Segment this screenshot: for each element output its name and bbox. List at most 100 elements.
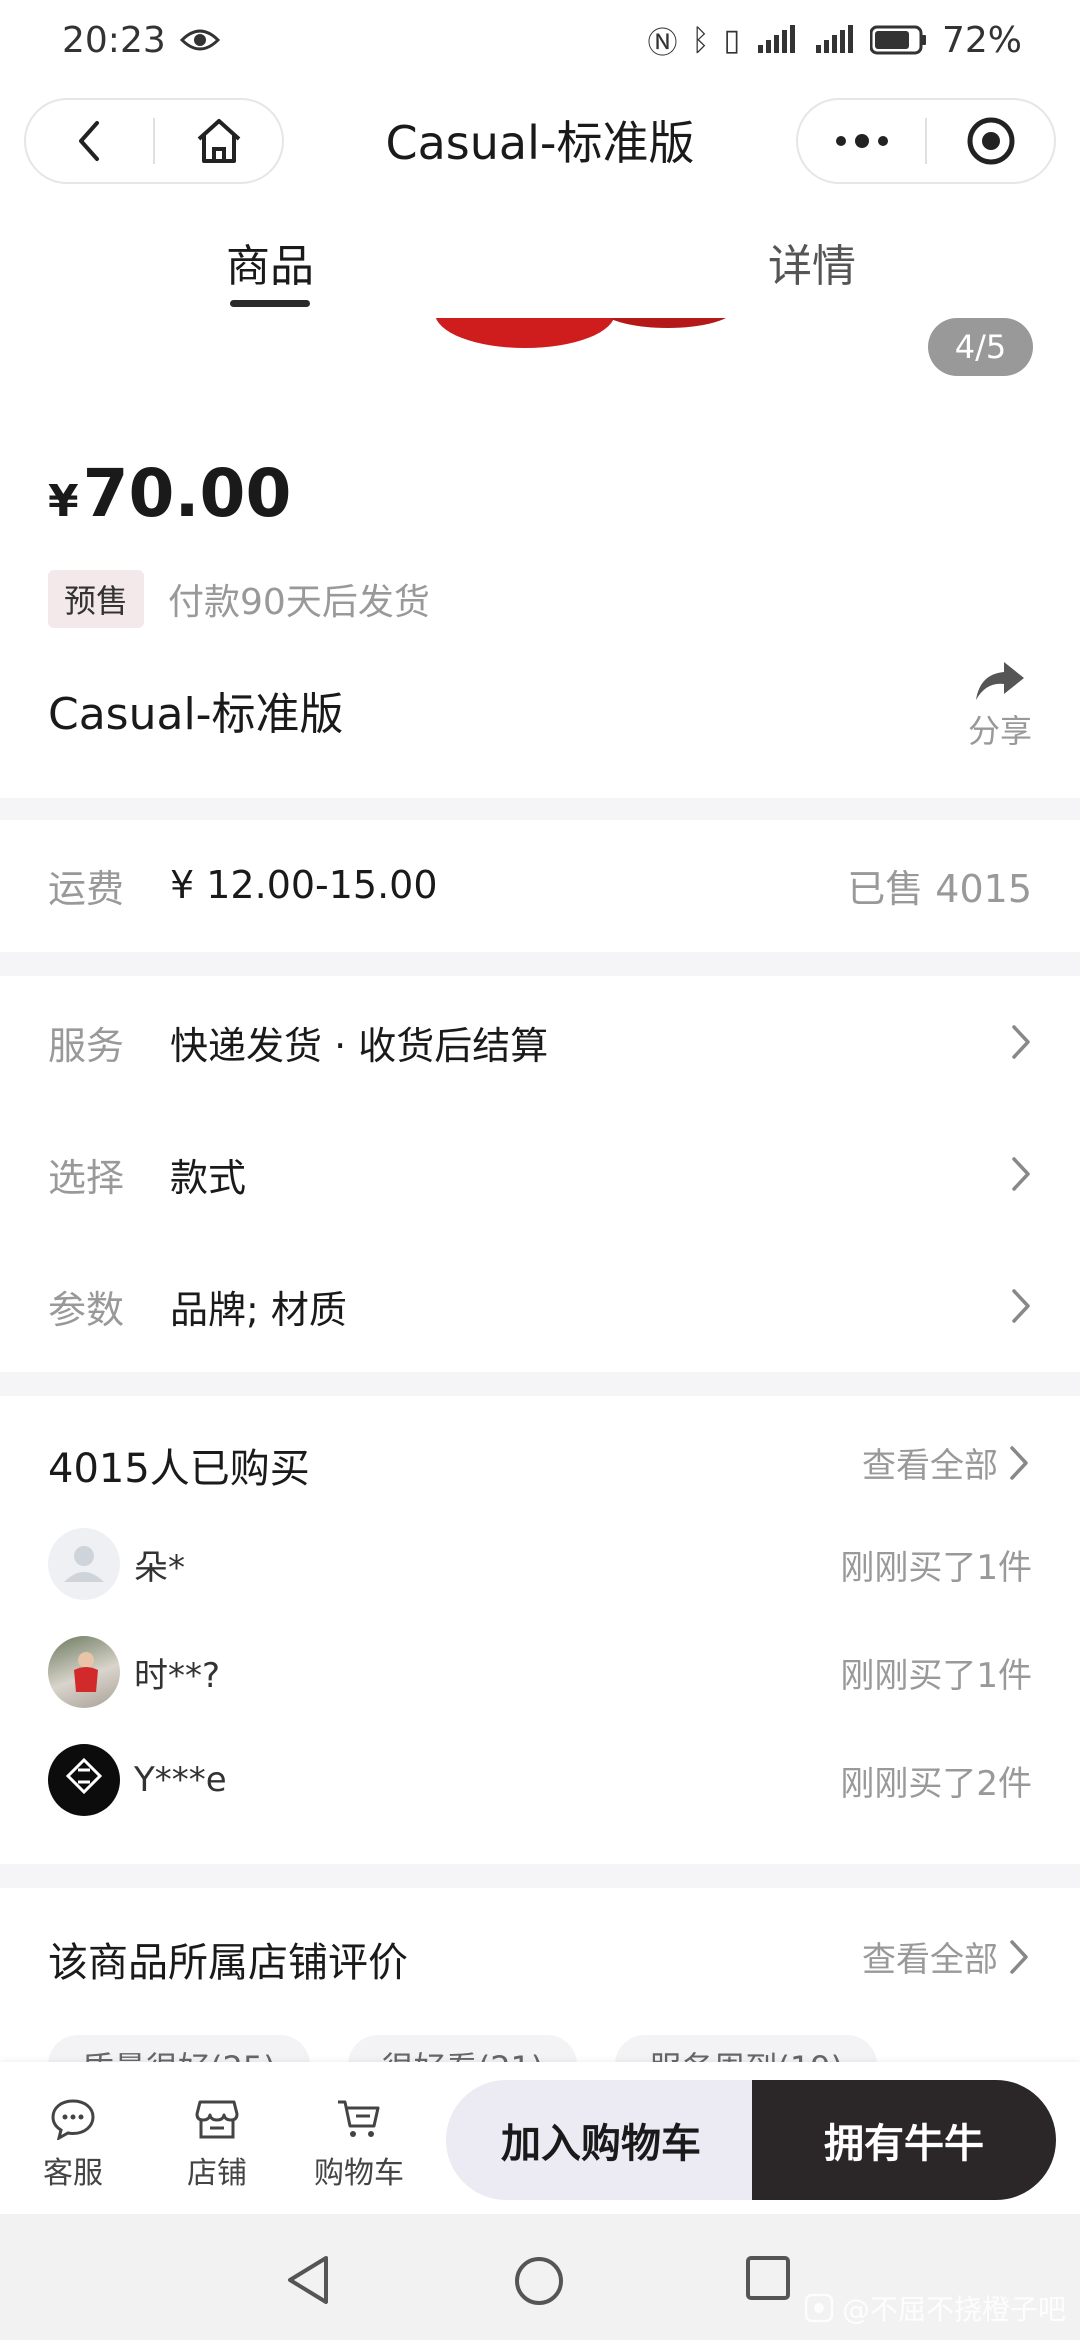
review-tag[interactable]: 质量很好(25) <box>48 2035 310 2065</box>
store-label: 店铺 <box>187 2156 247 2191</box>
review-tag[interactable]: 很好看(21) <box>347 2035 578 2065</box>
view-all-label: 查看全部 <box>862 1446 998 1486</box>
currency-symbol: ¥ <box>48 476 79 527</box>
option-value: 款式 <box>170 1155 247 1200</box>
shopping-cart-icon <box>338 2100 380 2137</box>
home-button[interactable] <box>155 100 282 182</box>
system-home-icon[interactable] <box>512 2254 566 2308</box>
avatar <box>48 1528 120 1600</box>
presale-info: 预售 付款90天后发货 <box>48 570 430 628</box>
chevron-right-icon <box>1012 1025 1030 1059</box>
option-label: 参数 <box>48 1287 125 1332</box>
status-left: 20:23 <box>62 20 220 61</box>
more-button[interactable] <box>798 100 925 182</box>
back-button[interactable] <box>26 100 153 182</box>
option-value: 品牌; 材质 <box>170 1287 347 1332</box>
top-navigation: Casual-标准版 <box>0 90 1080 190</box>
add-to-cart-button[interactable]: 加入购物车 <box>446 2080 756 2200</box>
option-row-service[interactable]: 服务 快递发货 · 收货后结算 <box>48 976 1032 1108</box>
segment-tabs: 商品 详情 <box>0 215 1080 315</box>
tab-active-indicator <box>230 300 310 307</box>
vibrate-icon: ▯ <box>723 22 740 58</box>
presale-text: 付款90天后发货 <box>168 582 430 623</box>
image-counter: 4/5 <box>928 318 1033 376</box>
product-price: ¥ 70.00 <box>48 455 291 532</box>
avatar <box>48 1744 120 1816</box>
chat-icon <box>51 2099 95 2140</box>
share-icon <box>976 662 1024 700</box>
chevron-right-icon <box>1012 1289 1030 1323</box>
eye-icon <box>179 29 220 51</box>
option-row-params[interactable]: 参数 品牌; 材质 <box>48 1240 1032 1372</box>
page-title: Casual-标准版 <box>385 116 695 170</box>
view-all-label: 查看全部 <box>862 1940 998 1980</box>
back-arrow-icon <box>78 121 99 161</box>
option-label: 选择 <box>48 1155 125 1200</box>
buy-now-button[interactable]: 拥有牛牛 <box>752 2080 1056 2200</box>
watermark-text: @不屈不挠橙子吧 <box>841 2293 1066 2326</box>
home-icon <box>197 119 240 163</box>
status-bar: 20:23 Ⓝ ᛒ ▯ 72% <box>0 0 1080 80</box>
shipping-fee: ¥ 12.00-15.00 <box>170 863 438 907</box>
cart-label: 购物车 <box>314 2156 404 2191</box>
buyer-action: 刚刚买了2件 <box>840 1763 1032 1804</box>
option-row-style[interactable]: 选择 款式 <box>48 1108 1032 1240</box>
tab-goods[interactable]: 商品 <box>226 230 314 294</box>
product-name: Casual-标准版 <box>48 689 344 740</box>
buyer-name: 朵* <box>134 1547 185 1588</box>
child-photo-avatar <box>74 1652 98 1692</box>
buyer-item: Y***e 刚刚买了2件 <box>48 1744 1032 1816</box>
product-image[interactable] <box>0 318 1080 388</box>
target-close-icon <box>967 117 1014 165</box>
nav-capsule-right <box>796 98 1056 184</box>
buyer-action: 刚刚买了1件 <box>840 1547 1032 1588</box>
review-tags: 质量很好(25) 很好看(21) 服务周到(19) <box>48 2035 878 2065</box>
buyer-item: 时**? 刚刚买了1件 <box>48 1636 1032 1708</box>
chevron-right-icon <box>1010 1939 1028 1974</box>
section-gap-3 <box>0 1372 1080 1396</box>
default-avatar-icon <box>64 1546 104 1582</box>
battery-level: 72% <box>941 19 1022 61</box>
avatar <box>48 1636 120 1708</box>
store-icon <box>195 2100 239 2139</box>
option-value: 快递发货 · 收货后结算 <box>170 1023 549 1068</box>
option-label: 服务 <box>48 1023 125 1068</box>
share-button[interactable]: 分享 <box>960 660 1040 752</box>
weibo-logo-icon <box>804 2293 834 2323</box>
buyer-name: 时**? <box>134 1655 221 1696</box>
watermark: @不屈不挠橙子吧 <box>804 2288 1066 2328</box>
tab-detail[interactable]: 详情 <box>768 230 856 294</box>
buyer-action: 刚刚买了1件 <box>840 1655 1032 1696</box>
store-button[interactable]: 店铺 <box>172 2098 262 2192</box>
buyers-title: 4015人已购买 <box>48 1446 310 1492</box>
system-recents-icon[interactable] <box>744 2254 792 2302</box>
system-back-icon[interactable] <box>284 2254 332 2306</box>
product-shoe-image <box>435 318 615 348</box>
price-value: 70.00 <box>82 455 292 532</box>
nfc-icon: Ⓝ <box>647 26 678 61</box>
shipping-label: 运费 <box>48 866 125 911</box>
share-label: 分享 <box>967 712 1032 750</box>
more-dots-icon <box>835 134 888 148</box>
chevron-right-icon <box>1012 1157 1030 1191</box>
battery-icon <box>869 25 926 55</box>
buyer-name: Y***e <box>134 1760 227 1800</box>
chevron-right-icon <box>1010 1445 1028 1480</box>
sold-count: 已售 4015 <box>847 866 1032 911</box>
logo-avatar <box>65 1757 103 1795</box>
customer-service-label: 客服 <box>43 2156 103 2191</box>
shipping-row: 运费 ¥ 12.00-15.00 已售 4015 <box>48 820 1032 950</box>
reviews-view-all[interactable]: 查看全部 <box>862 1932 1030 1981</box>
reviews-title: 该商品所属店铺评价 <box>48 1940 408 1986</box>
bottom-action-bar: 客服 店铺 购物车 加入购物车 拥有牛牛 <box>0 2062 1080 2214</box>
review-tag[interactable]: 服务周到(19) <box>615 2035 878 2065</box>
section-gap-4 <box>0 1864 1080 1888</box>
product-shoe-image-2 <box>600 318 735 328</box>
cart-button[interactable]: 购物车 <box>314 2098 404 2192</box>
section-gap-2 <box>0 952 1080 976</box>
nav-capsule-left <box>24 98 284 184</box>
close-miniprogram-button[interactable] <box>927 100 1054 182</box>
buyers-view-all[interactable]: 查看全部 <box>862 1438 1030 1487</box>
status-time: 20:23 <box>62 19 166 61</box>
customer-service-button[interactable]: 客服 <box>28 2098 118 2192</box>
